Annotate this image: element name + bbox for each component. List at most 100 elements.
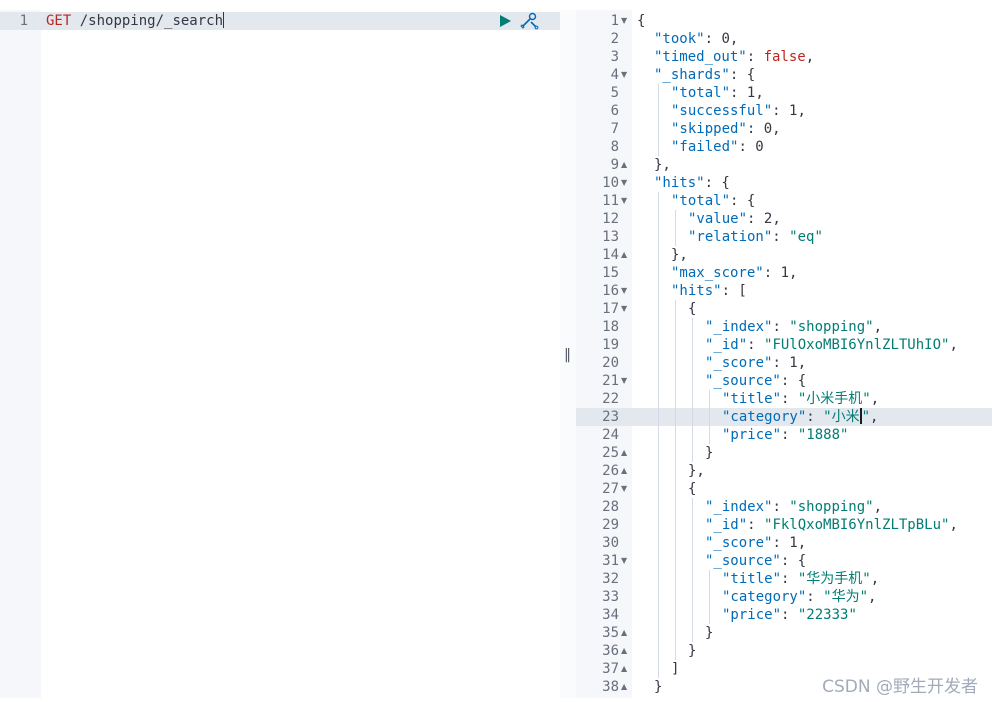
response-line[interactable]: 18 "_index": "shopping", xyxy=(576,318,992,336)
code-text[interactable]: "_id": "FUlOxoMBI6YnlZLTUhIO", xyxy=(705,336,958,354)
code-text[interactable]: "_source": { xyxy=(705,372,806,390)
code-text[interactable]: "category": "小米 ", xyxy=(722,408,878,426)
fold-expand-icon[interactable]: ▲ xyxy=(621,462,631,480)
code-text[interactable]: } xyxy=(688,642,696,660)
code-text[interactable]: "took": 0, xyxy=(654,30,738,48)
fold-collapse-icon[interactable]: ▼ xyxy=(621,192,631,210)
response-panel[interactable]: 1 ▼{2 "took": 0, 3 "timed_out": false, 4 ▼ "_sh… xyxy=(576,10,992,698)
fold-expand-icon[interactable]: ▲ xyxy=(621,678,631,696)
fold-collapse-icon[interactable]: ▼ xyxy=(621,282,631,300)
code-text[interactable]: "_id": "FklQxoMBI6YnlZLTpBLu", xyxy=(705,516,958,534)
fold-expand-icon[interactable]: ▲ xyxy=(621,660,631,678)
response-line[interactable]: 7 "skipped": 0, xyxy=(576,120,992,138)
code-text[interactable]: "_shards": { xyxy=(654,66,755,84)
code-text[interactable]: "total": 1, xyxy=(671,84,764,102)
response-line[interactable]: 21 ▼ "_source": { xyxy=(576,372,992,390)
code-text[interactable]: "_index": "shopping", xyxy=(705,498,882,516)
response-line[interactable]: 15 "max_score": 1, xyxy=(576,264,992,282)
fold-expand-icon[interactable]: ▲ xyxy=(621,246,631,264)
response-line[interactable]: 3 "timed_out": false, xyxy=(576,48,992,66)
response-line[interactable]: 33 "category": "华为", xyxy=(576,588,992,606)
response-line[interactable]: 25 ▲} xyxy=(576,444,992,462)
response-line[interactable]: 14 ▲}, xyxy=(576,246,992,264)
pane-resizer[interactable]: ‖ xyxy=(560,10,576,698)
code-text[interactable]: }, xyxy=(671,246,688,264)
code-text[interactable]: "_index": "shopping", xyxy=(705,318,882,336)
code-text[interactable]: "relation": "eq" xyxy=(688,228,823,246)
fold-expand-icon[interactable]: ▲ xyxy=(621,624,631,642)
code-text[interactable]: "max_score": 1, xyxy=(671,264,797,282)
code-text[interactable]: "_score": 1, xyxy=(705,534,806,552)
response-line[interactable]: 36 ▲} xyxy=(576,642,992,660)
play-icon[interactable] xyxy=(500,15,511,27)
response-line[interactable]: 12 "value": 2, xyxy=(576,210,992,228)
code-text[interactable]: "hits": { xyxy=(654,174,730,192)
response-line[interactable]: 26 ▲}, xyxy=(576,462,992,480)
response-line[interactable]: 6 "successful": 1, xyxy=(576,102,992,120)
code-text[interactable]: "successful": 1, xyxy=(671,102,806,120)
code-text[interactable]: "total": { xyxy=(671,192,755,210)
response-line[interactable]: 11 ▼ "total": { xyxy=(576,192,992,210)
response-line[interactable]: 22 "title": "小米手机", xyxy=(576,390,992,408)
code-text[interactable]: }, xyxy=(654,156,671,174)
fold-collapse-icon[interactable]: ▼ xyxy=(621,12,631,30)
resize-grip-icon[interactable]: ‖ xyxy=(564,347,571,363)
code-text[interactable]: } xyxy=(705,624,713,642)
request-text[interactable]: GET /shopping/_search xyxy=(46,12,225,30)
code-text[interactable]: "title": "华为手机", xyxy=(722,570,879,588)
fold-expand-icon[interactable]: ▲ xyxy=(621,642,631,660)
response-line[interactable]: 31 ▼ "_source": { xyxy=(576,552,992,570)
code-text[interactable]: "category": "华为", xyxy=(722,588,876,606)
code-text[interactable]: ] xyxy=(671,660,679,678)
response-line[interactable]: 5 "total": 1, xyxy=(576,84,992,102)
code-text[interactable]: { xyxy=(688,480,696,498)
fold-collapse-icon[interactable]: ▼ xyxy=(621,480,631,498)
code-text[interactable]: "skipped": 0, xyxy=(671,120,781,138)
response-line[interactable]: 10 ▼ "hits": { xyxy=(576,174,992,192)
code-text[interactable]: { xyxy=(637,12,645,30)
request-line[interactable]: 1 GET /shopping/_search xyxy=(0,12,560,30)
code-text[interactable]: "_source": { xyxy=(705,552,806,570)
wrench-icon[interactable] xyxy=(519,12,539,30)
response-line[interactable]: 30 "_score": 1, xyxy=(576,534,992,552)
request-editor-body[interactable] xyxy=(41,10,560,698)
response-line[interactable]: 1 ▼ { xyxy=(576,12,992,30)
response-line[interactable]: 9 ▲}, xyxy=(576,156,992,174)
response-line[interactable]: 19 "_id": "FUlOxoMBI6YnlZLTUhIO", xyxy=(576,336,992,354)
response-line[interactable]: 23 "category": "小米 ", xyxy=(576,408,992,426)
response-line[interactable]: 16 ▼ "hits": [ xyxy=(576,282,992,300)
request-editor[interactable]: 1 GET /shopping/_search xyxy=(0,10,560,698)
code-text[interactable]: "value": 2, xyxy=(688,210,781,228)
response-line[interactable]: 35 ▲} xyxy=(576,624,992,642)
fold-collapse-icon[interactable]: ▼ xyxy=(621,174,631,192)
response-line[interactable]: 29 "_id": "FklQxoMBI6YnlZLTpBLu", xyxy=(576,516,992,534)
code-text[interactable]: }, xyxy=(688,462,705,480)
response-line[interactable]: 27 ▼ { xyxy=(576,480,992,498)
response-line[interactable]: 34 "price": "22333" xyxy=(576,606,992,624)
response-line[interactable]: 24 "price": "1888" xyxy=(576,426,992,444)
response-line[interactable]: 13 "relation": "eq" xyxy=(576,228,992,246)
code-text[interactable]: } xyxy=(654,678,662,696)
response-line[interactable]: 4 ▼ "_shards": { xyxy=(576,66,992,84)
response-line[interactable]: 32 "title": "华为手机", xyxy=(576,570,992,588)
code-text[interactable]: "hits": [ xyxy=(671,282,747,300)
code-text[interactable]: "failed": 0 xyxy=(671,138,764,156)
code-text[interactable]: } xyxy=(705,444,713,462)
code-text[interactable]: "title": "小米手机", xyxy=(722,390,879,408)
code-text[interactable]: "price": "22333" xyxy=(722,606,857,624)
code-text[interactable]: "_score": 1, xyxy=(705,354,806,372)
response-line[interactable]: 17 ▼ { xyxy=(576,300,992,318)
fold-collapse-icon[interactable]: ▼ xyxy=(621,372,631,390)
fold-expand-icon[interactable]: ▲ xyxy=(621,444,631,462)
code-text[interactable]: "timed_out": false, xyxy=(654,48,814,66)
response-line[interactable]: 28 "_index": "shopping", xyxy=(576,498,992,516)
response-line[interactable]: 20 "_score": 1, xyxy=(576,354,992,372)
fold-expand-icon[interactable]: ▲ xyxy=(621,156,631,174)
code-text[interactable]: "price": "1888" xyxy=(722,426,848,444)
response-line[interactable]: 2 "took": 0, xyxy=(576,30,992,48)
code-text[interactable]: { xyxy=(688,300,696,318)
fold-collapse-icon[interactable]: ▼ xyxy=(621,300,631,318)
fold-collapse-icon[interactable]: ▼ xyxy=(621,552,631,570)
response-line[interactable]: 8 "failed": 0 xyxy=(576,138,992,156)
fold-collapse-icon[interactable]: ▼ xyxy=(621,66,631,84)
